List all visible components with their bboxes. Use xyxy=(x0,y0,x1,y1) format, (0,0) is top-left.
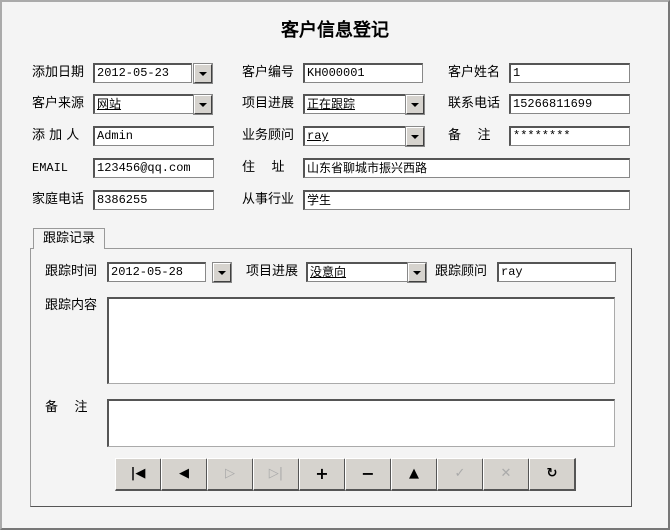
follow-remark-textarea[interactable] xyxy=(107,399,615,447)
remark-input[interactable]: ******** xyxy=(509,126,630,146)
nav-last-button[interactable]: ▷| xyxy=(253,458,300,491)
phone-label: 联系电话 xyxy=(448,96,501,111)
follow-remark-label: 备 注 xyxy=(45,400,88,415)
added-by-input[interactable]: Admin xyxy=(93,126,214,146)
industry-input[interactable]: 学生 xyxy=(303,190,630,210)
tab-follow-records[interactable]: 跟踪记录 xyxy=(33,228,105,249)
follow-progress-select[interactable]: 没意向 xyxy=(306,262,411,282)
nav-refresh-button[interactable]: ↻ xyxy=(529,458,576,491)
follow-time-label: 跟踪时间 xyxy=(45,264,98,279)
add-date-input[interactable]: 2012-05-23 xyxy=(93,63,192,83)
home-phone-input[interactable]: 8386255 xyxy=(93,190,214,210)
nav-post-button[interactable]: ✓ xyxy=(437,458,484,491)
nav-next-button[interactable]: ▷ xyxy=(207,458,254,491)
nav-edit-button[interactable]: ▲ xyxy=(391,458,438,491)
customer-no-label: 客户编号 xyxy=(242,65,295,80)
plus-icon: + xyxy=(315,464,329,483)
phone-input[interactable]: 15266811699 xyxy=(509,94,630,114)
consultant-dropdown-button[interactable] xyxy=(405,126,425,147)
nav-delete-button[interactable]: − xyxy=(345,458,392,491)
source-dropdown-button[interactable] xyxy=(193,94,213,115)
follow-content-label: 跟踪内容 xyxy=(45,298,98,313)
customer-name-label: 客户姓名 xyxy=(448,65,501,80)
follow-content-textarea[interactable] xyxy=(107,297,615,384)
remark-label: 备 注 xyxy=(448,128,491,143)
added-by-label: 添 加 人 xyxy=(32,128,80,143)
source-label: 客户来源 xyxy=(32,96,85,111)
consultant-select[interactable]: ray xyxy=(303,126,408,146)
follow-consultant-label: 跟踪顾问 xyxy=(435,264,488,279)
follow-consultant-input[interactable]: ray xyxy=(497,262,616,282)
nav-insert-button[interactable]: + xyxy=(299,458,346,491)
nav-cancel-button[interactable]: ✕ xyxy=(483,458,530,491)
home-phone-label: 家庭电话 xyxy=(32,192,85,207)
address-input[interactable]: 山东省聊城市振兴西路 xyxy=(303,158,630,178)
address-label: 住 址 xyxy=(242,160,285,175)
customer-name-input[interactable]: 1 xyxy=(509,63,630,83)
check-icon: ✓ xyxy=(454,466,466,481)
nav-first-button[interactable]: |◀ xyxy=(115,458,162,491)
next-record-icon: ▷ xyxy=(225,466,235,481)
progress-dropdown-button[interactable] xyxy=(405,94,425,115)
source-select[interactable]: 网站 xyxy=(93,94,196,114)
consultant-label: 业务顾问 xyxy=(242,128,295,143)
nav-prior-button[interactable]: ◀ xyxy=(161,458,208,491)
last-record-icon: ▷| xyxy=(268,466,284,481)
progress-label: 项目进展 xyxy=(242,96,295,111)
email-input[interactable]: 123456@qq.com xyxy=(93,158,214,178)
add-date-dropdown-button[interactable] xyxy=(193,63,213,84)
x-icon: ✕ xyxy=(500,466,512,481)
page-title: 客户信息登记 xyxy=(281,20,389,41)
up-triangle-icon: ▲ xyxy=(409,466,419,481)
follow-progress-label: 项目进展 xyxy=(246,264,299,279)
customer-no-input[interactable]: KH000001 xyxy=(303,63,423,83)
add-date-label: 添加日期 xyxy=(32,65,85,80)
industry-label: 从事行业 xyxy=(242,192,295,207)
first-record-icon: |◀ xyxy=(130,466,146,481)
follow-progress-dropdown-button[interactable] xyxy=(407,262,427,283)
minus-icon: − xyxy=(361,464,375,483)
email-label: EMAIL xyxy=(32,161,69,175)
follow-time-input[interactable]: 2012-05-28 xyxy=(107,262,206,282)
refresh-icon: ↻ xyxy=(546,466,558,481)
follow-time-dropdown-button[interactable] xyxy=(212,262,232,283)
progress-select[interactable]: 正在跟踪 xyxy=(303,94,408,114)
prior-record-icon: ◀ xyxy=(179,466,189,481)
